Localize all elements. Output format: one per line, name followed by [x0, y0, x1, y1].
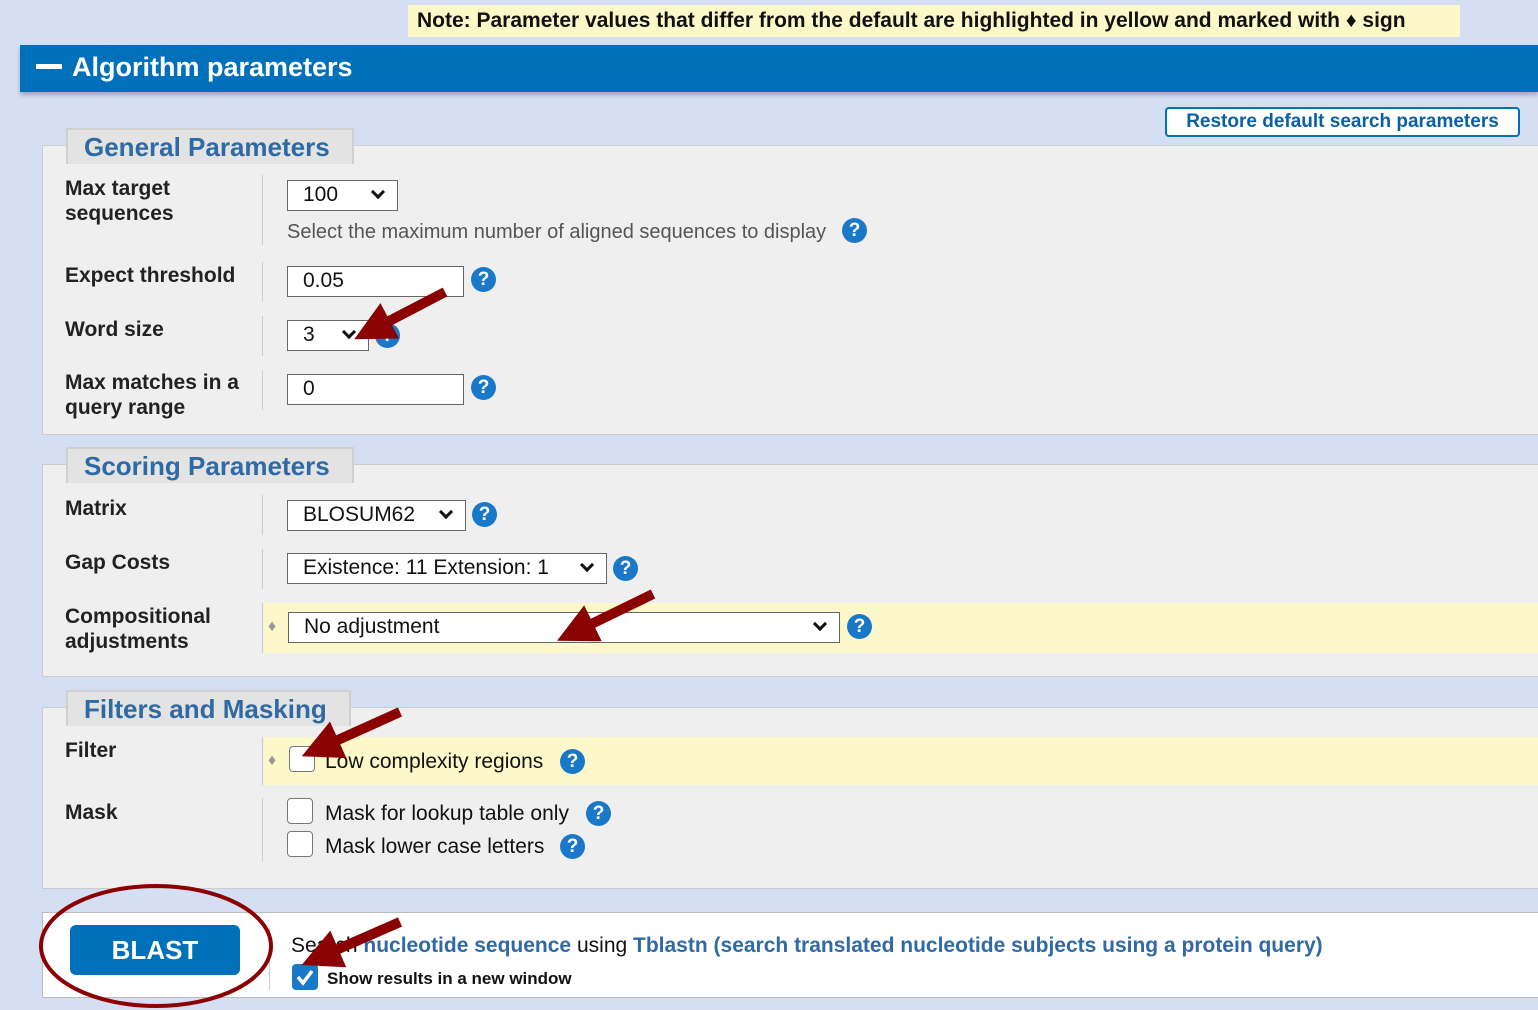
- annotation-overlay: [39, 287, 656, 1008]
- arrow-annotation: [301, 917, 403, 968]
- arrow-annotation: [301, 707, 403, 759]
- circle-annotation: [39, 884, 273, 1008]
- arrow-annotation: [354, 287, 448, 340]
- arrow-annotation: [557, 589, 656, 642]
